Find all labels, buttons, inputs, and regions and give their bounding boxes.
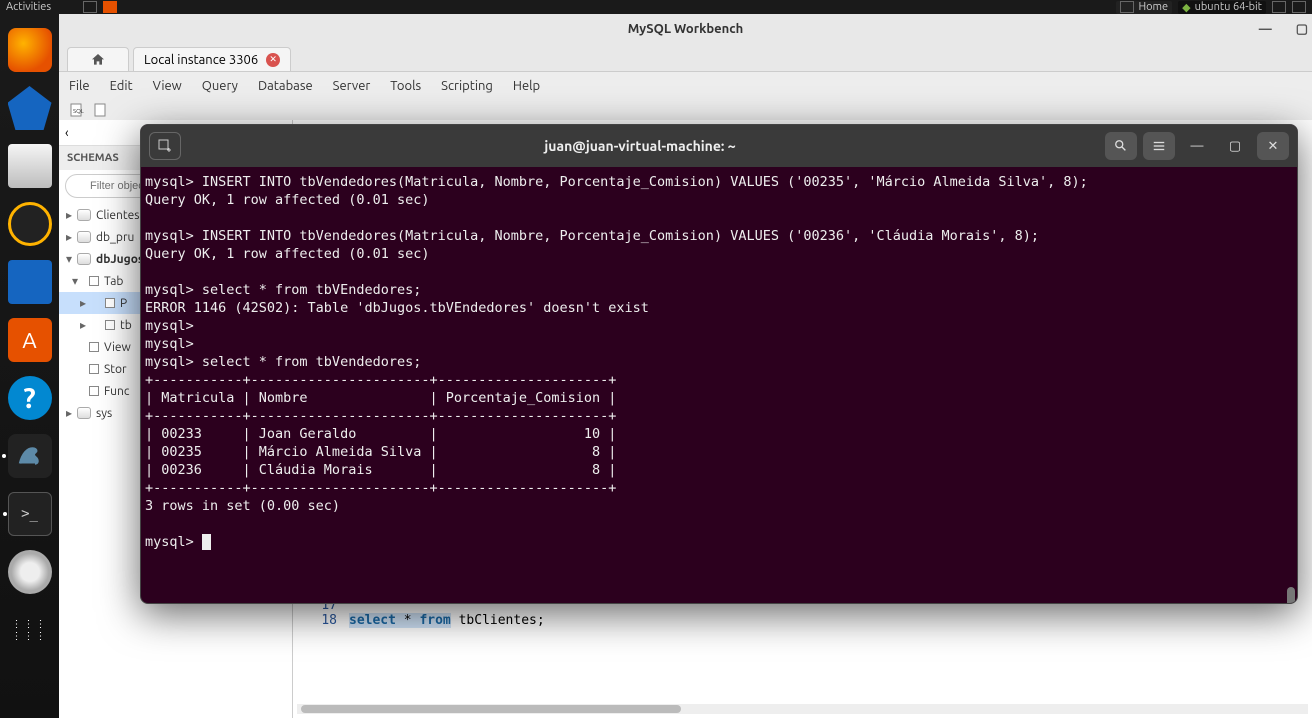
new-tab-button[interactable] [149, 132, 181, 160]
dock-software-icon[interactable]: A [8, 318, 52, 362]
dock-files-icon[interactable] [8, 144, 52, 188]
panel-icon [103, 1, 117, 13]
terminal-scrollbar[interactable] [1287, 587, 1295, 603]
terminal-output: mysql> INSERT INTO tbVendedores(Matricul… [145, 174, 1088, 550]
dock-libreoffice-icon[interactable] [8, 260, 52, 304]
minimize-button[interactable]: — [1181, 132, 1213, 160]
home-icon [89, 52, 107, 68]
table-icon [105, 298, 115, 308]
editor-scrollbar[interactable] [297, 704, 1308, 714]
panel-home-pill[interactable]: Home [1116, 1, 1172, 14]
launcher-dock: A ? >_ ⋮⋮⋮⋮⋮⋮ [0, 14, 59, 718]
dock-apps-icon[interactable]: ⋮⋮⋮⋮⋮⋮ [8, 608, 52, 652]
maximize-button[interactable]: ▢ [1219, 132, 1251, 160]
menu-scripting[interactable]: Scripting [441, 79, 493, 93]
dock-thunderbird-icon[interactable] [8, 86, 52, 130]
menu-edit[interactable]: Edit [110, 79, 133, 93]
desktop-top-panel: Activities Home ◆ubuntu 64-bit [0, 0, 1312, 14]
menu-database[interactable]: Database [258, 79, 313, 93]
database-icon [77, 209, 91, 221]
dock-help-icon[interactable]: ? [8, 376, 52, 420]
search-button[interactable] [1105, 132, 1137, 160]
dock-disc-icon[interactable] [8, 550, 52, 594]
panel-icon [83, 1, 97, 13]
folder-icon [89, 342, 99, 352]
terminal-body[interactable]: mysql> INSERT INTO tbVendedores(Matricul… [141, 167, 1297, 603]
terminal-window: juan@juan-virtual-machine: ~ — ▢ ✕ mysql… [140, 124, 1298, 604]
menu-help[interactable]: Help [513, 79, 540, 93]
close-tab-icon[interactable]: ✕ [266, 53, 280, 67]
menu-query[interactable]: Query [202, 79, 238, 93]
database-icon [77, 231, 91, 243]
cursor-icon [202, 534, 211, 550]
activities-label[interactable]: Activities [6, 1, 51, 13]
menu-server[interactable]: Server [333, 79, 371, 93]
home-tab[interactable] [67, 47, 129, 71]
main-toolbar: SQL [59, 100, 1312, 120]
folder-icon [89, 276, 99, 286]
window-title: MySQL Workbench [628, 22, 744, 36]
minimize-icon[interactable]: — [1259, 22, 1272, 37]
menu-tools[interactable]: Tools [390, 79, 421, 93]
connection-tab[interactable]: Local instance 3306 ✕ [133, 47, 291, 71]
terminal-title: juan@juan-virtual-machine: ~ [181, 138, 1099, 154]
hamburger-menu-button[interactable] [1143, 132, 1175, 160]
tab-label: Local instance 3306 [144, 53, 258, 67]
close-button[interactable]: ✕ [1257, 132, 1289, 160]
menu-view[interactable]: View [153, 79, 182, 93]
connection-tabs: Local instance 3306 ✕ [59, 44, 1312, 72]
scrollbar-thumb[interactable] [301, 705, 681, 713]
terminal-titlebar: juan@juan-virtual-machine: ~ — ▢ ✕ [141, 125, 1297, 167]
svg-text:SQL: SQL [73, 108, 84, 115]
new-sql-tab-icon[interactable]: SQL [69, 102, 85, 118]
dock-firefox-icon[interactable] [8, 28, 52, 72]
folder-icon [89, 364, 99, 374]
maximize-icon[interactable]: ▢ [1296, 22, 1308, 37]
table-icon [105, 320, 115, 330]
dock-terminal-icon[interactable]: >_ [8, 492, 52, 536]
open-sql-icon[interactable] [93, 102, 109, 118]
dock-mysql-icon[interactable] [8, 434, 52, 478]
database-icon [77, 407, 91, 419]
menu-bar: File Edit View Query Database Server Too… [59, 72, 1312, 100]
editor-line: 18select * from tbClientes; [293, 613, 545, 628]
menu-file[interactable]: File [69, 79, 90, 93]
panel-icon [1272, 1, 1286, 13]
window-titlebar: MySQL Workbench — ▢ [59, 14, 1312, 44]
panel-icon [1292, 1, 1306, 13]
panel-os-pill[interactable]: ◆ubuntu 64-bit [1178, 1, 1266, 14]
database-icon [77, 253, 91, 265]
dock-rhythmbox-icon[interactable] [8, 202, 52, 246]
chevron-left-icon: ‹ [65, 126, 69, 140]
folder-icon [89, 386, 99, 396]
